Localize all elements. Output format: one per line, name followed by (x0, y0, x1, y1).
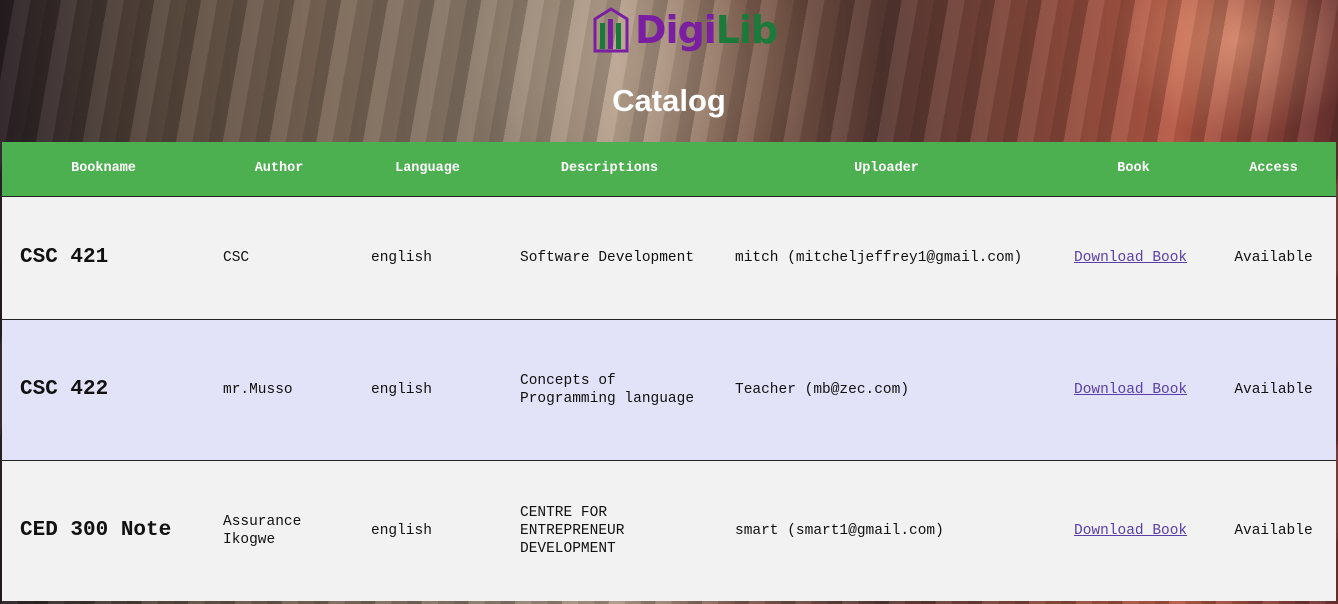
table-header-row: Bookname Author Language Descriptions Up… (2, 142, 1336, 196)
download-book-link[interactable]: Download Book (1074, 382, 1187, 398)
cell-bookname: CED 300 Note (20, 519, 172, 543)
cell-book: Download Book (1056, 319, 1211, 460)
cell-uploader: smart (smart1@gmail.com) (735, 522, 944, 539)
cell-uploader: Teacher (mb@zec.com) (735, 381, 910, 398)
cell-access: Available (1234, 522, 1313, 539)
cell-author: mr.Musso (223, 381, 293, 398)
page-header: DigiLib Catalog (0, 0, 1338, 142)
cell-book: Download Book (1056, 460, 1211, 601)
cell-access: Available (1234, 381, 1313, 398)
cell-bookname: CSC 421 (20, 246, 109, 269)
column-header-descriptions: Descriptions (560, 161, 659, 177)
cell-author: Assurance Ikogwe (223, 513, 302, 548)
cell-book: Download Book (1056, 196, 1211, 319)
cell-language: english (371, 522, 432, 539)
column-header-book: Book (1117, 161, 1150, 177)
column-header-language: Language (395, 161, 460, 177)
cell-access: Available (1234, 249, 1313, 266)
download-book-link[interactable]: Download Book (1074, 523, 1187, 539)
column-header-author: Author (254, 161, 304, 177)
column-header-uploader: Uploader (854, 161, 919, 177)
logo-text-digi: Digi (635, 8, 717, 52)
logo-text-lib: Lib (715, 8, 778, 52)
column-header-bookname: Bookname (71, 161, 136, 177)
cell-language: english (371, 249, 432, 266)
logo-text: DigiLib (635, 6, 778, 54)
catalog-table: Bookname Author Language Descriptions Up… (2, 142, 1336, 601)
column-header-access: Access (1249, 161, 1298, 177)
cell-description: Software Development (520, 249, 695, 266)
digilib-logo[interactable]: DigiLib (591, 6, 778, 54)
table-row: CSC 422 mr.Musso english Concepts of Pro… (2, 319, 1336, 460)
table-row: CSC 421 CSC english Software Development… (2, 196, 1336, 319)
cell-description: CENTRE FOR ENTREPRENEUR DEVELOPMENT (520, 504, 625, 557)
cell-author: CSC (223, 249, 250, 266)
cell-bookname: CSC 422 (20, 378, 109, 401)
table-row: CED 300 Note Assurance Ikogwe english CE… (2, 460, 1336, 601)
cell-uploader: mitch (mitcheljeffrey1@gmail.com) (735, 249, 1023, 266)
cell-language: english (371, 381, 432, 398)
cell-description: Concepts of Programming language (520, 372, 695, 407)
catalog-table-container: Bookname Author Language Descriptions Up… (2, 142, 1336, 601)
download-book-link[interactable]: Download Book (1074, 250, 1187, 266)
page-title: Catalog (612, 83, 726, 118)
bookshelf-logo-icon (593, 7, 629, 53)
